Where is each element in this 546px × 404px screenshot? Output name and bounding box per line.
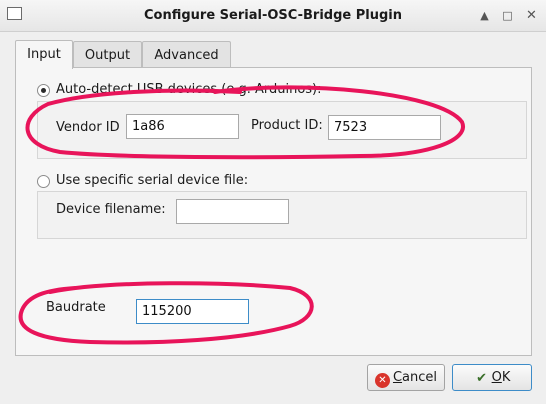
close-icon[interactable]: ✕	[525, 9, 538, 22]
cancel-mnemonic: C	[392, 370, 403, 385]
baudrate-field[interactable]: 115200	[136, 299, 249, 324]
device-filename-field[interactable]	[176, 199, 289, 224]
ok-label: K	[501, 370, 511, 385]
maximize-icon[interactable]: □	[501, 9, 514, 22]
vendor-id-label: Vendor ID	[56, 120, 120, 135]
product-id-field[interactable]: 7523	[328, 115, 441, 140]
vendor-id-field[interactable]: 1a86	[126, 114, 239, 139]
device-filename-label: Device filename:	[56, 202, 166, 217]
ok-button[interactable]: ✔ OK	[452, 364, 532, 391]
cancel-icon: ✕	[374, 373, 390, 388]
tab-input[interactable]: Input	[15, 40, 73, 69]
specific-file-label: Use specific serial device file:	[56, 173, 249, 188]
tab-output-label: Output	[84, 48, 131, 63]
checkmark-icon: ✔	[476, 371, 488, 386]
title-bar: Configure Serial-OSC-Bridge Plugin ▲ □ ✕	[0, 0, 546, 32]
tab-output[interactable]: Output	[73, 41, 142, 68]
window-title: Configure Serial-OSC-Bridge Plugin	[144, 8, 402, 23]
baudrate-label: Baudrate	[46, 300, 106, 315]
ok-mnemonic: O	[491, 370, 502, 385]
tab-input-label: Input	[27, 47, 61, 62]
auto-detect-label: Auto-detect USB devices (e.g. Arduinos):	[56, 82, 322, 97]
specific-file-radio[interactable]	[37, 175, 50, 188]
keep-above-icon[interactable]: ▲	[478, 9, 491, 22]
cancel-label: ancel	[402, 370, 438, 385]
tab-advanced-label: Advanced	[154, 48, 219, 63]
tab-advanced[interactable]: Advanced	[142, 41, 231, 68]
auto-detect-radio[interactable]	[37, 84, 50, 97]
cancel-button[interactable]: ✕ Cancel	[367, 364, 445, 391]
product-id-label: Product ID:	[251, 118, 323, 133]
